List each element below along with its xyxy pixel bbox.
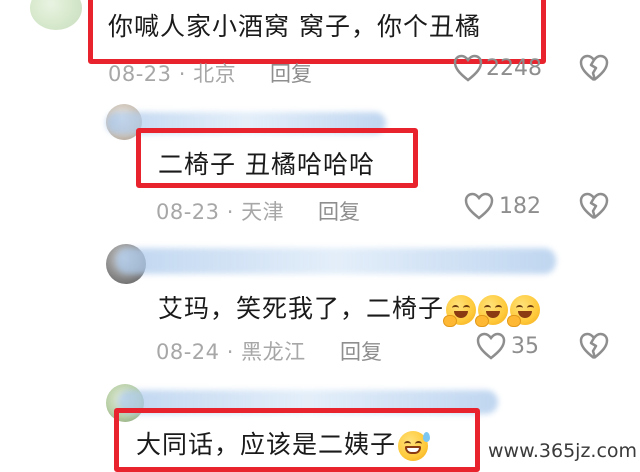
reply-button[interactable]: 回复	[318, 196, 360, 226]
meta-separator: ·	[178, 62, 186, 86]
watermark: www.365jz.com	[488, 440, 638, 462]
broken-heart-icon[interactable]	[579, 54, 609, 82]
comment-text: 艾玛，笑死我了，二椅子	[158, 289, 541, 327]
grin-covering-mouth-emoji	[475, 295, 509, 327]
reply-button[interactable]: 回复	[270, 58, 312, 88]
meta-separator: ·	[226, 340, 234, 364]
comment-date: 08-24	[156, 340, 220, 364]
grin-covering-mouth-emoji	[507, 295, 541, 327]
comment-date: 08-23	[108, 62, 172, 86]
comment-body: 大同话，应该是二姨子	[136, 430, 397, 459]
comment-meta: 08-23 · 北京	[108, 58, 236, 88]
meta-separator: ·	[226, 200, 234, 224]
comment-body: 艾玛，笑死我了，二椅子	[158, 294, 445, 323]
broken-heart-icon[interactable]	[579, 332, 609, 360]
avatar[interactable]	[30, 0, 82, 30]
comment-date: 08-23	[156, 200, 220, 224]
comment-location: 北京	[193, 62, 237, 86]
reply-button[interactable]: 回复	[340, 336, 382, 366]
like-count: 182	[499, 194, 541, 219]
like-count: 2248	[486, 56, 542, 81]
comment-meta: 08-23 · 天津	[156, 196, 284, 226]
grinning-sweat-emoji	[398, 431, 431, 461]
username-blurred	[116, 248, 556, 274]
comment-text: 二椅子 丑橘哈哈哈	[158, 150, 375, 179]
heart-outline-icon[interactable]	[476, 332, 506, 360]
comment-text: 你喊人家小酒窝 窝子，你个丑橘	[108, 12, 481, 41]
comment-location: 黑龙江	[241, 340, 306, 364]
comment-location: 天津	[241, 200, 285, 224]
comment-meta: 08-24 · 黑龙江	[156, 336, 306, 366]
like-count: 35	[511, 334, 539, 359]
comment-text: 大同话，应该是二姨子	[136, 425, 431, 461]
heart-outline-icon[interactable]	[464, 192, 494, 220]
heart-outline-icon[interactable]	[453, 54, 483, 82]
grin-covering-mouth-emoji	[443, 295, 477, 327]
broken-heart-icon[interactable]	[579, 192, 609, 220]
